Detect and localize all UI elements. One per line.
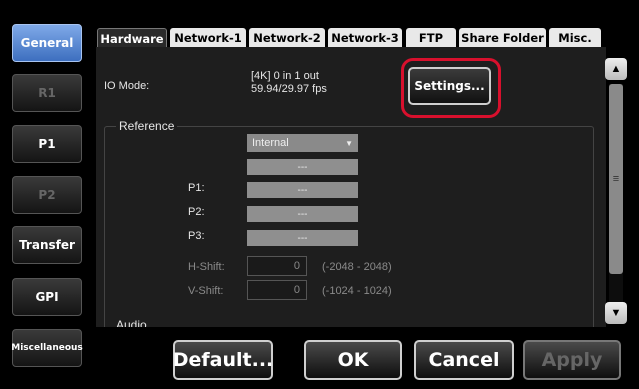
p3-value: ---: [247, 230, 358, 246]
vshift-input[interactable]: 0: [247, 280, 307, 300]
io-mode-value-line1: [4K] 0 in 1 out: [251, 70, 319, 82]
vshift-range: (-1024 - 1024): [322, 285, 392, 297]
sidebar-item-p2[interactable]: P2: [12, 176, 82, 214]
scroll-down-icon[interactable]: ▼: [605, 302, 627, 324]
hshift-input[interactable]: 0: [247, 256, 307, 276]
sidebar-item-transfer[interactable]: Transfer: [12, 226, 82, 264]
cancel-button[interactable]: Cancel: [414, 340, 514, 380]
p2-value: ---: [247, 206, 358, 222]
ok-button[interactable]: OK: [304, 340, 402, 380]
reference-source-select[interactable]: Internal ▼: [247, 134, 358, 152]
tab-hardware[interactable]: Hardware: [97, 28, 167, 48]
scroll-thumb[interactable]: ≡: [609, 84, 623, 274]
audio-title: Audio: [116, 318, 147, 327]
p1-value: ---: [247, 182, 358, 198]
chevron-down-icon: ▼: [345, 138, 353, 148]
io-mode-label: IO Mode:: [104, 80, 150, 92]
hshift-range: (-2048 - 2048): [322, 261, 392, 273]
reference-status: ---: [247, 159, 358, 175]
sidebar-item-r1[interactable]: R1: [12, 74, 82, 112]
tab-network-3[interactable]: Network-3: [328, 28, 402, 48]
tab-misc[interactable]: Misc.: [549, 28, 601, 48]
tab-share-folder[interactable]: Share Folder: [459, 28, 546, 48]
p3-label: P3:: [188, 230, 205, 242]
hardware-panel: IO Mode: [4K] 0 in 1 out 59.94/29.97 fps…: [96, 47, 606, 327]
scroll-track[interactable]: ≡: [609, 84, 623, 306]
sidebar-item-general[interactable]: General: [12, 24, 82, 62]
scrollbar[interactable]: ▲ ≡ ▼: [605, 58, 627, 328]
sidebar-item-miscellaneous[interactable]: Miscellaneous: [11, 329, 83, 367]
sidebar-item-p1[interactable]: P1: [12, 125, 82, 163]
tab-network-2[interactable]: Network-2: [249, 28, 325, 48]
default-button[interactable]: Default...: [173, 340, 273, 380]
reference-title: Reference: [116, 119, 178, 133]
apply-button[interactable]: Apply: [523, 340, 621, 380]
sidebar-item-gpi[interactable]: GPI: [12, 278, 82, 316]
reference-source-value: Internal: [252, 137, 289, 149]
scroll-up-icon[interactable]: ▲: [605, 58, 627, 80]
grip-icon: ≡: [612, 173, 620, 185]
tab-network-1[interactable]: Network-1: [170, 28, 246, 48]
vshift-label: V-Shift:: [188, 285, 224, 297]
tab-ftp[interactable]: FTP: [406, 28, 456, 48]
io-mode-value-line2: 59.94/29.97 fps: [251, 83, 327, 95]
p1-label: P1:: [188, 182, 205, 194]
p2-label: P2:: [188, 206, 205, 218]
hshift-label: H-Shift:: [188, 261, 225, 273]
settings-button[interactable]: Settings...: [408, 67, 491, 105]
